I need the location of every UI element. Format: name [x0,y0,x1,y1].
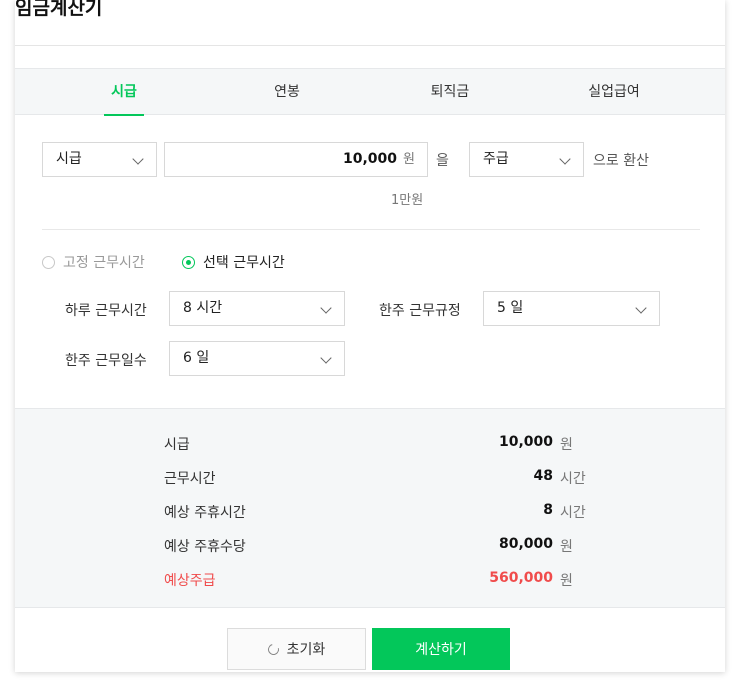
result-unit: 원 [560,437,573,453]
daily-hours-label: 하루 근무시간 [65,303,147,319]
result-unit: 원 [560,539,573,555]
weekly-days-select[interactable]: 6 일 [169,341,345,376]
chevron-down-icon [320,352,332,364]
weekly-days-value: 6 일 [183,350,210,366]
tab-annual[interactable]: 연봉 [265,69,309,115]
wage-calculator-card: 임금계산기 시급 연봉 퇴직금 실업급여 시급 10,000 원 을 주급 으로… [15,0,725,672]
result-unit: 시간 [560,505,586,521]
title-bar: 임금계산기 [15,0,725,46]
tab-hourly[interactable]: 시급 [104,69,144,116]
daily-hours-select[interactable]: 8 시간 [169,291,345,326]
result-row: 예상 주휴시간 8 시간 [15,502,725,522]
weekly-days-label: 한주 근무일수 [65,353,147,369]
radio-select-hours[interactable]: 선택 근무시간 [182,251,285,273]
result-label: 근무시간 [164,471,216,487]
refresh-icon [265,641,281,657]
chevron-down-icon [635,302,647,314]
result-value: 80,000 [498,536,553,552]
weekly-rule-value: 5 일 [497,300,524,316]
amount-unit: 원 [403,152,415,167]
calculate-label: 계산하기 [415,642,467,658]
particle-text: 을 [436,153,449,169]
radio-select-label: 선택 근무시간 [203,255,285,271]
reset-button[interactable]: 초기화 [227,628,366,670]
tab-severance[interactable]: 퇴직금 [420,69,480,115]
result-unit: 원 [560,573,573,589]
result-row: 근무시간 48 시간 [15,468,725,488]
amount-hint: 1만원 [391,193,424,208]
amount-input[interactable]: 10,000 원 [164,142,428,177]
app-title: 임금계산기 [15,0,103,19]
from-unit-select[interactable]: 시급 [42,142,157,177]
tab-bar: 시급 연봉 퇴직금 실업급여 [15,68,725,116]
result-label: 예상주급 [164,573,216,589]
result-label: 시급 [164,437,190,453]
result-value: 48 [533,468,553,484]
result-value: 560,000 [489,570,553,586]
amount-value: 10,000 [342,151,397,167]
radio-icon [182,255,195,269]
weekly-rule-label: 한주 근무규정 [379,303,461,319]
divider [42,229,700,230]
result-unit: 시간 [560,471,586,487]
result-value: 8 [543,502,553,518]
result-row: 예상 주휴수당 80,000 원 [15,536,725,556]
result-row: 시급 10,000 원 [15,434,725,454]
tab-unemployment[interactable]: 실업급여 [578,69,650,115]
convert-suffix: 으로 환산 [593,153,649,169]
to-unit-select[interactable]: 주급 [469,142,584,177]
chevron-down-icon [559,153,571,165]
results-panel: 시급 10,000 원 근무시간 48 시간 예상 주휴시간 8 시간 예상 주… [15,408,725,608]
result-row-total: 예상주급 560,000 원 [15,570,725,590]
chevron-down-icon [132,153,144,165]
daily-hours-value: 8 시간 [183,300,223,316]
to-unit-value: 주급 [483,151,509,167]
radio-fixed-label: 고정 근무시간 [63,255,145,271]
radio-icon [42,255,55,269]
chevron-down-icon [320,302,332,314]
radio-fixed-hours[interactable]: 고정 근무시간 [42,251,145,273]
result-value: 10,000 [498,434,553,450]
calculate-button[interactable]: 계산하기 [372,628,510,670]
weekly-rule-select[interactable]: 5 일 [483,291,660,326]
from-unit-value: 시급 [56,151,82,167]
result-label: 예상 주휴수당 [164,539,246,555]
result-label: 예상 주휴시간 [164,505,246,521]
reset-label: 초기화 [286,642,326,658]
